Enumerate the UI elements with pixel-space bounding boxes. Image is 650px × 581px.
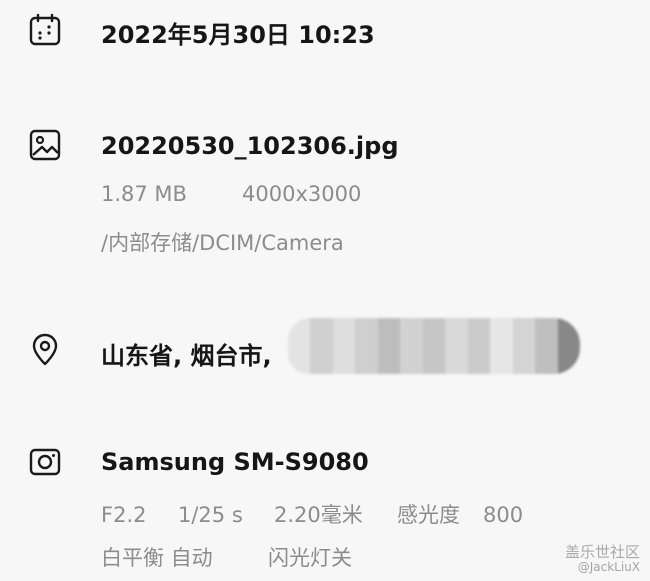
camera-exposure: F2.2 1/25 s 2.20毫米 感光度 800 [101,499,523,529]
watermark-user: @JackLiuX [577,560,640,575]
white-balance: 白平衡 自动 [101,546,213,570]
shutter-speed: 1/25 s [178,503,243,527]
iso-label: 感光度 [397,503,460,527]
focal-length: 2.20毫米 [274,503,363,527]
iso-value: 800 [483,503,524,527]
flash-status: 闪光灯关 [268,546,352,570]
calendar-icon [28,13,62,47]
image-icon [28,128,62,162]
location-pin-icon [28,332,62,366]
redacted-location [288,318,580,374]
file-size-resolution: 1.87 MB 4000x3000 [101,182,361,206]
camera-icon [28,445,62,479]
watermark: 盖乐世社区 @JackLiuX [564,542,640,575]
file-path: /内部存储/DCIM/Camera [101,231,344,255]
camera-model: Samsung SM-S9080 [101,448,369,476]
file-name: 20220530_102306.jpg [101,132,399,160]
capture-datetime: 2022年5月30日 10:23 [101,21,375,49]
camera-settings: 白平衡 自动 闪光灯关 [101,542,352,572]
file-resolution: 4000x3000 [242,182,362,206]
file-size: 1.87 MB [101,182,187,206]
location-text: 山东省, 烟台市, [101,342,272,370]
watermark-site: 盖乐世社区 [564,542,640,561]
aperture: F2.2 [101,503,147,527]
